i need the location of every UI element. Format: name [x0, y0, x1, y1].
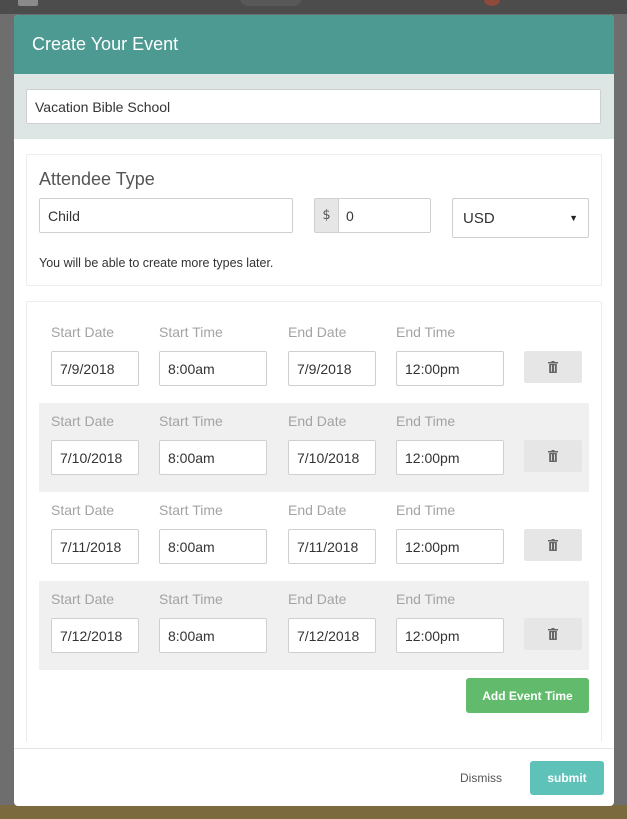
submit-button[interactable]: submit: [530, 761, 604, 795]
end-time-input[interactable]: 12:00pm: [396, 351, 504, 386]
start-date-input[interactable]: 7/11/2018: [51, 529, 139, 564]
attendee-types-note: You will be able to create more types la…: [39, 256, 274, 270]
currency-select[interactable]: USD ▼: [452, 198, 589, 238]
end-date-input[interactable]: 7/11/2018: [288, 529, 376, 564]
event-time-row: Start Date Start Time End Date End Time …: [39, 314, 589, 403]
end-time-label: End Time: [396, 324, 456, 340]
event-name-section: Vacation Bible School: [14, 74, 614, 139]
avatar: [484, 0, 500, 6]
end-time-label: End Time: [396, 591, 456, 607]
start-time-label: Start Time: [159, 324, 223, 340]
start-date-label: Start Date: [51, 591, 115, 607]
start-time-input[interactable]: 8:00am: [159, 351, 267, 386]
trash-icon: [548, 628, 558, 640]
end-time-label: End Time: [396, 502, 456, 518]
delete-time-button[interactable]: [524, 529, 582, 561]
modal-body: Attendee Type Child $ 0 USD ▼ You will b…: [14, 139, 614, 742]
currency-symbol: $: [315, 199, 339, 232]
end-time-input[interactable]: 12:00pm: [396, 529, 504, 564]
start-time-label: Start Time: [159, 413, 223, 429]
currency-select-value: USD: [463, 209, 495, 227]
caret-down-icon: ▼: [569, 213, 578, 223]
end-time-input[interactable]: 12:00pm: [396, 440, 504, 475]
event-time-row: Start Date Start Time End Date End Time …: [39, 581, 589, 670]
start-date-input[interactable]: 7/10/2018: [51, 440, 139, 475]
end-date-input[interactable]: 7/9/2018: [288, 351, 376, 386]
end-date-input[interactable]: 7/12/2018: [288, 618, 376, 653]
app-logo-icon: [18, 0, 38, 6]
start-time-input[interactable]: 8:00am: [159, 618, 267, 653]
start-time-input[interactable]: 8:00am: [159, 529, 267, 564]
end-time-label: End Time: [396, 413, 456, 429]
create-event-modal: Create Your Event Vacation Bible School …: [14, 15, 614, 806]
trash-icon: [548, 539, 558, 551]
start-time-label: Start Time: [159, 591, 223, 607]
end-date-label: End Date: [288, 591, 347, 607]
backdrop-nav-pill: [240, 0, 302, 6]
delete-time-button[interactable]: [524, 440, 582, 472]
delete-time-button[interactable]: [524, 351, 582, 383]
start-date-label: Start Date: [51, 502, 115, 518]
start-date-input[interactable]: 7/9/2018: [51, 351, 139, 386]
price-input-group: $ 0: [314, 198, 431, 233]
attendee-type-input[interactable]: Child: [39, 198, 293, 233]
start-time-label: Start Time: [159, 502, 223, 518]
footer-divider: [14, 748, 614, 749]
start-date-label: Start Date: [51, 324, 115, 340]
event-time-row: Start Date Start Time End Date End Time …: [39, 492, 589, 581]
end-date-label: End Date: [288, 502, 347, 518]
end-date-label: End Date: [288, 324, 347, 340]
attendee-type-panel: Attendee Type Child $ 0 USD ▼ You will b…: [26, 154, 602, 286]
modal-header: Create Your Event: [14, 15, 614, 74]
trash-icon: [548, 450, 558, 462]
dismiss-button[interactable]: Dismiss: [449, 761, 513, 795]
event-name-input[interactable]: Vacation Bible School: [26, 89, 601, 124]
start-time-input[interactable]: 8:00am: [159, 440, 267, 475]
attendee-type-heading: Attendee Type: [39, 169, 155, 189]
event-times-panel: Start Date Start Time End Date End Time …: [26, 301, 602, 742]
end-time-input[interactable]: 12:00pm: [396, 618, 504, 653]
add-event-time-button[interactable]: Add Event Time: [466, 678, 589, 713]
trash-icon: [548, 361, 558, 373]
event-time-row: Start Date Start Time End Date End Time …: [39, 403, 589, 492]
price-input[interactable]: 0: [339, 199, 430, 232]
start-date-input[interactable]: 7/12/2018: [51, 618, 139, 653]
end-date-input[interactable]: 7/10/2018: [288, 440, 376, 475]
delete-time-button[interactable]: [524, 618, 582, 650]
modal-title: Create Your Event: [32, 34, 179, 54]
end-date-label: End Date: [288, 413, 347, 429]
start-date-label: Start Date: [51, 413, 115, 429]
